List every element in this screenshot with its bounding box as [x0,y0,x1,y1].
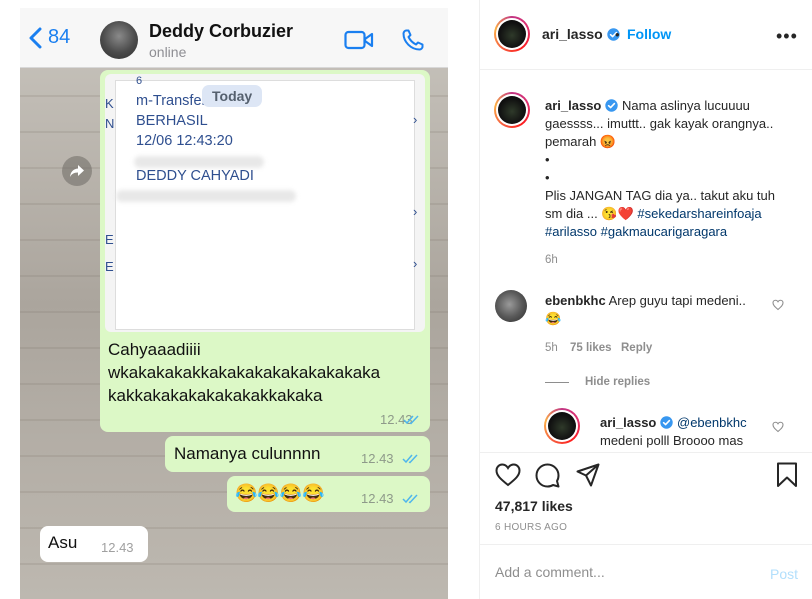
message-text: 😂😂😂😂 [235,483,325,503]
edge-mark: › [413,204,418,219]
message-bubble[interactable]: 😂😂😂😂 12.43 [227,476,430,512]
edge-mark: K [105,96,114,111]
avatar[interactable] [544,408,580,444]
commenter-avatar[interactable] [495,290,527,322]
chat-header: 84 Deddy Corbuzier online [20,8,448,68]
caption-line: #arilasso #gakmaucarigaragara [545,224,727,239]
receipt-image[interactable]: 6 m-Transfer BERHASIL 12/06 12:43:20 DED… [105,74,425,332]
message-line: Cahyaaadiiii [108,340,201,359]
message-text: Namanya culunnnn [174,444,321,463]
message-text: Cahyaaadiiii wkakakakakkakakakakakakakak… [108,338,426,407]
caption-text: Nama aslinya lucuuuu [622,98,750,113]
share-icon[interactable] [576,463,600,487]
comment-icon[interactable] [535,463,560,488]
comment-line: 😂 [545,311,562,326]
receipt-title: m-Transfer [136,93,207,109]
caption-line: Plis JANGAN TAG dia ya.. takut aku tuh [545,188,776,203]
comment-likes[interactable]: 75 likes [570,342,612,354]
comment-like-icon[interactable] [772,299,784,311]
hashtag-link[interactable]: #sekedarshareinfoaja [637,206,761,221]
message-bubble[interactable]: Namanya culunnnn 12.43 [165,436,430,472]
receipt-screenshot: 6 m-Transfer BERHASIL 12/06 12:43:20 DED… [115,75,415,330]
edge-mark: E [105,259,114,274]
verified-badge-icon [660,416,674,429]
receipt-datetime: 12/06 12:43:20 [136,133,233,149]
reply-button[interactable]: Reply [621,342,652,354]
receipt-account: 6 [136,75,143,87]
comment-line: ebenbkhc Arep guyu tapi medeni.. [545,293,746,308]
hashtag-link[interactable]: #arilasso [545,224,597,239]
message-time: 12.43 [101,540,134,555]
reply-username[interactable]: ari_lasso [600,415,656,430]
date-separator: Today [202,85,263,107]
message-bubble-media[interactable]: 6 m-Transfer BERHASIL 12/06 12:43:20 DED… [100,70,430,432]
contact-name[interactable]: Deddy Corbuzier [149,21,293,42]
read-receipt-icon [402,494,418,504]
read-receipt-icon [403,415,419,425]
contact-avatar[interactable] [100,21,138,59]
message-bubble-incoming[interactable]: Asu 12.43 [40,526,148,562]
comment-like-icon[interactable] [772,421,784,433]
video-call-icon[interactable] [344,30,374,50]
divider [545,382,569,383]
username-text[interactable]: ari_lasso [542,26,603,42]
likes-count[interactable]: 47,817 likes [495,498,573,514]
caption-line: gaessss... imuttt.. gak kayak orangnya.. [545,116,774,131]
comment-time[interactable]: 5h [545,342,558,354]
hashtag-link[interactable]: #gakmaucarigaragara [601,224,727,239]
caption-line: pemarah 😡 [545,134,617,149]
edge-mark: N [105,116,115,131]
message-line: kakkakakakakakakakkakaka [108,386,323,405]
caption-text: sm dia ... 😘❤️ [545,206,634,221]
back-button[interactable]: 84 [28,26,70,49]
edge-mark: E [105,232,114,247]
comment-bar: Post [480,544,812,599]
caption-username[interactable]: ari_lasso [545,98,601,113]
post-comment-button[interactable]: Post [770,566,798,582]
message-time: 12.43 [361,491,394,506]
post-media[interactable]: 84 Deddy Corbuzier online 6 m-Transfer B… [0,0,480,599]
post-timestamp[interactable]: 6 HOURS AGO [495,522,567,533]
redacted-text [134,156,264,168]
receipt-status: BERHASIL [136,113,208,129]
avatar[interactable] [494,16,530,52]
comments-section: ari_lasso Nama aslinya lucuuuu gaessss..… [480,70,812,452]
chat-screenshot: 84 Deddy Corbuzier online 6 m-Transfer B… [20,8,448,599]
hide-replies-button[interactable]: Hide replies [585,376,650,388]
message-text: Asu [48,533,78,552]
caption-line: ari_lasso Nama aslinya lucuuuu [545,98,750,113]
message-time: 12.43 [361,451,394,466]
comment-text: Arep guyu tapi medeni.. [608,293,746,308]
redacted-text [116,190,296,202]
reply-line: ari_lasso @ebenbkhc [600,415,747,430]
post-username[interactable]: ari_lasso [542,26,620,42]
caption-line: • [545,152,550,167]
follow-button[interactable]: Follow [627,26,671,42]
avatar[interactable] [494,92,530,128]
comment-username[interactable]: ebenbkhc [545,293,606,308]
post-actions: 47,817 likes 6 HOURS AGO [480,452,812,544]
caption-time[interactable]: 6h [545,254,558,266]
message-line: wkakakakakkakakakakakakakakaka [108,363,381,382]
post-header: ari_lasso • Follow ••• [480,0,812,70]
reply-line: medeni polll Broooo mas [600,433,744,448]
comment-input[interactable] [495,564,745,580]
unread-count: 84 [48,26,71,48]
bookmark-icon[interactable] [776,462,798,488]
verified-badge-icon [605,99,619,112]
read-receipt-icon [402,454,418,464]
phone-icon[interactable] [401,28,425,52]
caption-line: sm dia ... 😘❤️ #sekedarshareinfoaja [545,206,762,222]
forward-icon[interactable] [62,156,92,186]
edge-mark: › [413,256,418,271]
receipt-recipient: DEDDY CAHYADI [136,168,254,184]
contact-status: online [149,44,187,60]
separator-dot: • [615,27,620,42]
more-horizontal-icon[interactable]: ••• [776,26,798,47]
heart-icon[interactable] [495,463,521,487]
edge-mark: › [413,112,418,127]
mention-link[interactable]: @ebenbkhc [677,415,747,430]
caption-line: • [545,170,550,185]
chevron-left-icon [29,27,42,48]
